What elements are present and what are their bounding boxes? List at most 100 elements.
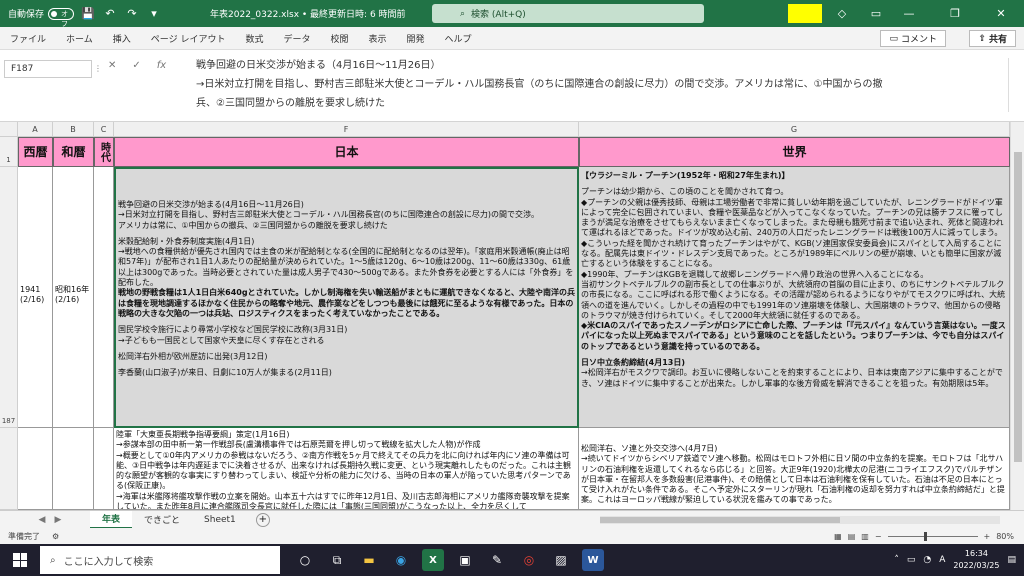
- photos-icon[interactable]: ▨: [550, 549, 572, 571]
- page-break-view-icon[interactable]: ▥: [861, 532, 869, 541]
- header-cell-japan[interactable]: 日本: [114, 137, 579, 167]
- zoom-level[interactable]: 80%: [996, 532, 1014, 541]
- save-icon[interactable]: 💾: [80, 6, 96, 22]
- cell-f187[interactable]: 戦争回避の日米交渉が始まる(4月16日〜11月26日) →日米対立打開を目指し、…: [114, 167, 579, 428]
- cell-line: →戦地への食糧供給が優先され国内では主食の米が配給制となる(全国的に配給制となる…: [118, 247, 574, 288]
- autosave-toggle[interactable]: オフ: [48, 7, 75, 28]
- close-icon[interactable]: ✕: [978, 0, 1024, 27]
- add-sheet-icon[interactable]: +: [255, 512, 270, 527]
- page-layout-view-icon[interactable]: ▤: [848, 532, 856, 541]
- cell-line: →子どもも一国民として国家や天皇に尽くす存在とされる: [118, 335, 325, 345]
- column-header-c[interactable]: C: [94, 122, 114, 137]
- app-icon[interactable]: ▣: [454, 549, 476, 571]
- word-icon[interactable]: W: [582, 549, 604, 571]
- horizontal-scroll-thumb[interactable]: [600, 517, 840, 523]
- sheet-tab-dekigoto[interactable]: できごと: [132, 511, 192, 529]
- name-box[interactable]: F187: [4, 60, 92, 78]
- cell-line: →概要として①0年内アメリカの参戦はないだろう、②南方作戦を5ヶ月で終えてその兵…: [116, 450, 572, 491]
- row-header-187[interactable]: 187: [0, 167, 18, 428]
- tab-review[interactable]: 校閲: [320, 32, 358, 45]
- horizontal-scrollbar[interactable]: [600, 516, 1000, 524]
- tab-insert[interactable]: 挿入: [103, 32, 141, 45]
- cell-g187[interactable]: 【ウラジーミル・プーチン(1952年・昭和27年生まれ)】 プーチンは幼少期から…: [579, 167, 1010, 428]
- formula-scrollbar[interactable]: [1008, 58, 1018, 112]
- system-tray: ˄ ▭ ◔ A 16:34 2022/03/25 ▤: [894, 548, 1016, 572]
- excel-icon[interactable]: X: [422, 549, 444, 571]
- file-explorer-icon[interactable]: ▬: [358, 549, 380, 571]
- volume-icon[interactable]: ◔: [923, 555, 931, 565]
- tab-developer[interactable]: 開発: [397, 32, 435, 45]
- cell-c187[interactable]: [94, 167, 114, 428]
- prev-sheet-icon[interactable]: ◀: [34, 515, 50, 525]
- chrome-icon[interactable]: ◎: [518, 549, 540, 571]
- task-view-icon[interactable]: ⧉: [326, 549, 348, 571]
- cell-b188[interactable]: [53, 428, 94, 510]
- namebox-dropdown-icon[interactable]: ⋮: [94, 64, 102, 73]
- next-sheet-icon[interactable]: ▶: [50, 515, 66, 525]
- row-header-1[interactable]: 1: [0, 137, 18, 167]
- vertical-scrollbar[interactable]: [1010, 122, 1024, 510]
- tab-data[interactable]: データ: [273, 32, 320, 45]
- column-header-b[interactable]: B: [53, 122, 94, 137]
- cell-line: →日米対立打開を目指し、野村吉三郎駐米大使とコーデル・ハル国務長官(のちに国際連…: [118, 210, 539, 220]
- cell-line: 松岡洋右外相が欧州歴訪に出発(3月12日): [118, 351, 268, 361]
- redo-icon[interactable]: ↷: [124, 6, 140, 22]
- network-icon[interactable]: ▭: [907, 555, 916, 565]
- cell-a188[interactable]: [18, 428, 53, 510]
- customize-toolbar-icon[interactable]: ▾: [146, 6, 162, 22]
- cell-c188[interactable]: [94, 428, 114, 510]
- taskbar-search[interactable]: ⌕ ここに入力して検索: [40, 546, 280, 574]
- cell-g188[interactable]: 松岡洋右、ソ連と外交交渉へ(4月7日) →続いてドイツからシベリア鉄道でソ連へ移…: [579, 428, 1010, 510]
- normal-view-icon[interactable]: ▦: [834, 532, 842, 541]
- header-cell-jidai[interactable]: 時代: [94, 137, 114, 167]
- header-cell-wareki[interactable]: 和暦: [53, 137, 94, 167]
- clock[interactable]: 16:34 2022/03/25: [953, 548, 999, 572]
- start-button[interactable]: [0, 544, 40, 576]
- edge-icon[interactable]: ◉: [390, 549, 412, 571]
- comment-button[interactable]: ▭ コメント: [880, 30, 946, 47]
- zoom-out-icon[interactable]: −: [875, 532, 882, 541]
- header-cell-world[interactable]: 世界: [579, 137, 1010, 167]
- ribbon-display-icon[interactable]: ▭: [868, 5, 884, 21]
- column-header-g[interactable]: G: [579, 122, 1010, 137]
- cell-f188[interactable]: 陸軍「大東亜長期戦争指導要綱」策定(1月16日) →参謀本部の田中新一第一作戦部…: [114, 428, 579, 510]
- status-bar: 準備完了 ⚙ ▦ ▤ ▥ − + 80%: [0, 528, 1024, 544]
- tab-help[interactable]: ヘルプ: [435, 32, 482, 45]
- paint-icon[interactable]: ✎: [486, 549, 508, 571]
- diamond-icon[interactable]: ◇: [834, 5, 850, 21]
- tab-view[interactable]: 表示: [359, 32, 397, 45]
- cell-line: 米穀配給制・外食券制度実施(4月1日): [118, 236, 255, 246]
- cell-a187[interactable]: 1941 (2/16): [18, 167, 53, 428]
- search-box[interactable]: ⌕ 検索 (Alt+Q): [432, 4, 704, 23]
- cell-line: →海軍は米艦隊将艦攻撃作戦の立案を開始。山本五十六はすでに昨年12月1日、及川古…: [116, 491, 570, 510]
- maximize-icon[interactable]: ❐: [932, 0, 978, 27]
- column-header-f[interactable]: F: [114, 122, 579, 137]
- insert-function-button[interactable]: fx: [157, 60, 166, 71]
- undo-icon[interactable]: ↶: [102, 6, 118, 22]
- cell-b187[interactable]: 昭和16年 (2/16): [53, 167, 94, 428]
- notification-icon[interactable]: ▤: [1007, 555, 1016, 565]
- zoom-slider[interactable]: [887, 531, 978, 541]
- header-cell-seireki[interactable]: 西暦: [18, 137, 53, 167]
- zoom-in-icon[interactable]: +: [984, 532, 991, 541]
- minimize-icon[interactable]: —: [886, 0, 932, 27]
- row-header-188[interactable]: [0, 428, 18, 510]
- tab-formulas[interactable]: 数式: [235, 32, 273, 45]
- accessibility-icon[interactable]: ⚙: [52, 532, 59, 541]
- ime-indicator[interactable]: A: [939, 555, 945, 565]
- cancel-icon[interactable]: ✕: [108, 60, 116, 71]
- select-all-corner[interactable]: [0, 122, 18, 137]
- tab-page-layout[interactable]: ページ レイアウト: [141, 32, 236, 45]
- tab-home[interactable]: ホーム: [56, 32, 103, 45]
- enter-icon[interactable]: ✓: [132, 60, 140, 71]
- sheet-tab-sheet1[interactable]: Sheet1: [192, 511, 248, 529]
- cortana-icon[interactable]: ○: [294, 549, 316, 571]
- autosave-control[interactable]: 自動保存 オフ: [8, 7, 75, 28]
- tab-file[interactable]: ファイル: [0, 32, 56, 45]
- formula-input[interactable]: 戦争回避の日米交渉が始まる（4月16日〜11月26日） →日米対立打開を目指し、…: [196, 56, 996, 113]
- tray-chevron-icon[interactable]: ˄: [894, 555, 899, 565]
- column-header-a[interactable]: A: [18, 122, 53, 137]
- vertical-scroll-thumb[interactable]: [1014, 152, 1022, 462]
- share-button[interactable]: ⇪ 共有: [969, 30, 1016, 47]
- sheet-tab-nenpyo[interactable]: 年表: [90, 510, 133, 529]
